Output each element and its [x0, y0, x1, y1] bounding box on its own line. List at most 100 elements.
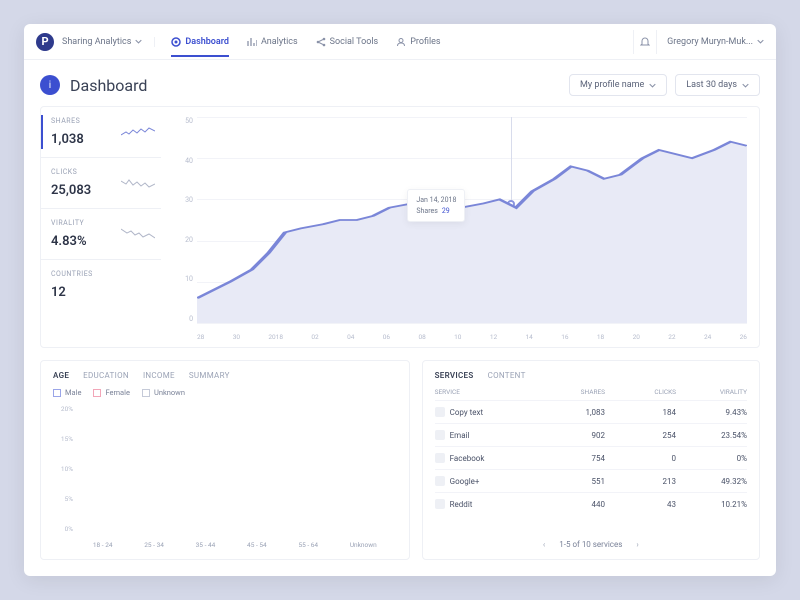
sparkline-icon — [121, 227, 155, 241]
profile-selector-label: My profile name — [580, 80, 644, 90]
service-name: Google+ — [450, 477, 480, 486]
stat-label: CLICKS — [51, 168, 151, 176]
cell-virality: 49.32% — [676, 477, 747, 486]
y-tick: 15% — [53, 435, 73, 443]
nav-tab-social[interactable]: Social Tools — [316, 28, 379, 56]
x-tick: 55 - 64 — [298, 541, 318, 549]
chevron-down-icon — [757, 38, 764, 45]
service-icon — [435, 407, 445, 417]
notifications-button[interactable] — [633, 30, 657, 54]
bottom-row: AGE EDUCATION INCOME SUMMARY Male Female… — [40, 360, 760, 560]
x-tick: 26 — [740, 333, 747, 341]
services-table-head: SERVICE SHARES CLICKS VIRALITY — [435, 388, 747, 400]
page-title: Dashboard — [70, 76, 147, 95]
x-tick: 16 — [561, 333, 568, 341]
demographics-chart[interactable]: 20% 15% 10% 5% 0% 18 - 2425 - 3435 - 444… — [53, 405, 397, 549]
app-switcher[interactable]: Sharing Analytics — [62, 37, 155, 47]
stat-label: COUNTRIES — [51, 270, 151, 278]
chart-tooltip: Jan 14, 2018 Shares29 — [407, 189, 465, 222]
x-tick: 14 — [526, 333, 533, 341]
nav-tab-dashboard[interactable]: Dashboard — [171, 28, 229, 56]
sparkline-icon — [121, 125, 155, 139]
demo-tab-age[interactable]: AGE — [53, 371, 69, 380]
stat-value: 4.83% — [51, 234, 87, 249]
chevron-down-icon — [742, 82, 749, 89]
services-card: SERVICES CONTENT SERVICE SHARES CLICKS V… — [422, 360, 760, 560]
cell-clicks: 213 — [605, 477, 676, 486]
date-range-label: Last 30 days — [686, 80, 737, 90]
y-tick: 30 — [179, 196, 193, 204]
demo-tab-income[interactable]: INCOME — [143, 371, 175, 380]
th: SHARES — [534, 388, 605, 396]
x-tick: 22 — [668, 333, 675, 341]
y-tick: 40 — [179, 157, 193, 165]
service-row[interactable]: Facebook75400% — [435, 446, 747, 469]
y-tick: 10 — [179, 275, 193, 283]
demographics-tabs: AGE EDUCATION INCOME SUMMARY — [53, 371, 397, 380]
legend-unknown: Unknown — [142, 388, 185, 397]
y-tick: 0 — [179, 315, 193, 323]
cell-clicks: 184 — [605, 408, 676, 417]
pager-next[interactable]: › — [636, 540, 638, 549]
x-tick: 18 — [597, 333, 604, 341]
x-tick: 30 — [233, 333, 240, 341]
dashboard-icon — [171, 37, 181, 47]
service-name: Facebook — [450, 454, 485, 463]
serv-tab-services[interactable]: SERVICES — [435, 371, 474, 380]
pager-prev[interactable]: ‹ — [543, 540, 545, 549]
cell-shares: 754 — [534, 454, 605, 463]
x-tick: 25 - 34 — [144, 541, 164, 549]
shares-chart[interactable]: 50 40 30 20 10 0 Jan 14, 2018 — [173, 107, 759, 347]
x-tick: 10 — [454, 333, 461, 341]
serv-tab-content[interactable]: CONTENT — [488, 371, 526, 380]
service-icon — [435, 476, 445, 486]
sparkline-icon — [121, 176, 155, 190]
share-icon — [316, 37, 326, 47]
stat-value: 12 — [51, 285, 66, 300]
x-tick: 18 - 24 — [93, 541, 113, 549]
cell-shares: 902 — [534, 431, 605, 440]
stat-strip: SHARES 1,038 CLICKS 25,083 VIRALITY 4.83… — [41, 107, 161, 347]
overview-card: SHARES 1,038 CLICKS 25,083 VIRALITY 4.83… — [40, 106, 760, 348]
profile-selector[interactable]: My profile name — [569, 74, 667, 96]
service-row[interactable]: Copy text1,0831849.43% — [435, 400, 747, 423]
stat-clicks[interactable]: CLICKS 25,083 — [41, 158, 161, 209]
nav-label: Profiles — [410, 37, 440, 47]
nav-label: Analytics — [261, 37, 298, 47]
th: VIRALITY — [676, 388, 747, 396]
service-row[interactable]: Reddit4404310.21% — [435, 492, 747, 515]
tooltip-label: Shares — [416, 207, 437, 215]
service-row[interactable]: Email90225423.54% — [435, 423, 747, 446]
user-name: Gregory Muryn-Muk... — [667, 37, 753, 47]
th: SERVICE — [435, 388, 534, 396]
x-tick: 20 — [633, 333, 640, 341]
service-icon — [435, 499, 445, 509]
chart-area — [197, 117, 747, 323]
cell-shares: 551 — [534, 477, 605, 486]
logo-icon: P — [36, 33, 54, 51]
x-tick: 45 - 54 — [247, 541, 267, 549]
x-tick: Unknown — [350, 541, 377, 549]
demo-tab-education[interactable]: EDUCATION — [83, 371, 129, 380]
profile-icon — [396, 37, 406, 47]
pager-status: 1-5 of 10 services — [559, 540, 622, 549]
bc-x-axis: 18 - 2425 - 3435 - 4445 - 5455 - 64Unkno… — [77, 541, 393, 549]
nav-tab-profiles[interactable]: Profiles — [396, 28, 440, 56]
x-tick: 12 — [490, 333, 497, 341]
service-name: Reddit — [450, 500, 473, 509]
stat-label: SHARES — [51, 117, 151, 125]
stat-value: 1,038 — [51, 132, 84, 147]
title-row: i Dashboard My profile name Last 30 days — [24, 60, 776, 106]
analytics-icon — [247, 37, 257, 47]
nav-label: Social Tools — [330, 37, 379, 47]
date-range-selector[interactable]: Last 30 days — [675, 74, 760, 96]
nav-tab-analytics[interactable]: Analytics — [247, 28, 298, 56]
stat-countries[interactable]: COUNTRIES 12 — [41, 260, 161, 310]
stat-shares[interactable]: SHARES 1,038 — [41, 107, 161, 158]
stat-virality[interactable]: VIRALITY 4.83% — [41, 209, 161, 260]
user-menu[interactable]: Gregory Muryn-Muk... — [667, 37, 764, 47]
service-row[interactable]: Google+ 55121349.32% — [435, 469, 747, 492]
y-tick: 20 — [179, 236, 193, 244]
demo-tab-summary[interactable]: SUMMARY — [189, 371, 230, 380]
cell-virality: 23.54% — [676, 431, 747, 440]
